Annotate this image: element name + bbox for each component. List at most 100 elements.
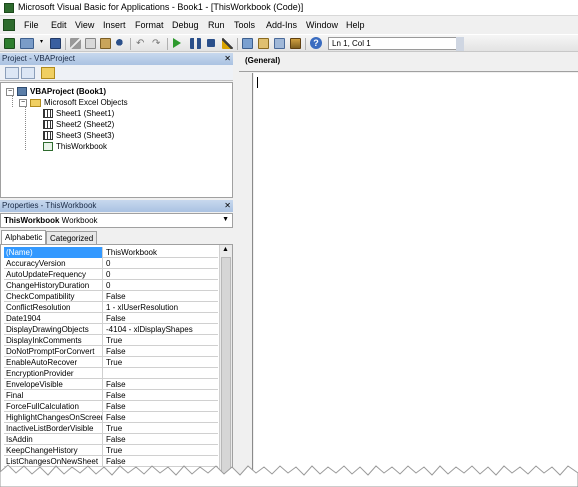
property-value[interactable]: 0 — [104, 280, 218, 291]
tree-root-vbaproject[interactable]: − VBAProject (Book1) — [6, 86, 106, 97]
property-value[interactable]: True — [104, 357, 218, 368]
excel-system-icon[interactable] — [3, 19, 15, 31]
paste-icon[interactable] — [100, 38, 111, 49]
property-value[interactable]: False — [104, 434, 218, 445]
cut-icon[interactable] — [70, 38, 81, 49]
property-value[interactable]: False — [104, 456, 218, 467]
property-value[interactable]: 0 — [104, 269, 218, 280]
property-row[interactable]: AccuracyVersion 0 — [4, 258, 218, 269]
project-explorer-icon[interactable] — [242, 38, 253, 49]
property-value[interactable]: True — [104, 423, 218, 434]
properties-pane-title-text: Properties - ThisWorkbook — [2, 201, 97, 210]
menu-view[interactable]: View — [75, 20, 94, 30]
property-value[interactable]: ThisWorkbook — [104, 247, 218, 258]
redo-icon[interactable]: ↷ — [152, 38, 163, 49]
menu-format[interactable]: Format — [135, 20, 164, 30]
menu-edit[interactable]: Edit — [51, 20, 67, 30]
chevron-down-icon[interactable]: ▼ — [222, 216, 229, 223]
toggle-folders-icon[interactable] — [41, 67, 55, 79]
property-value[interactable]: False — [104, 379, 218, 390]
code-editor[interactable] — [254, 73, 578, 487]
menu-window[interactable]: Window — [306, 20, 338, 30]
undo-icon[interactable]: ↶ — [136, 38, 147, 49]
view-code-icon[interactable] — [5, 67, 19, 79]
property-row[interactable]: CheckCompatibility False — [4, 291, 218, 302]
property-row[interactable]: EncryptionProvider — [4, 368, 218, 379]
object-combo[interactable]: (General) — [245, 56, 280, 65]
tab-alphabetic[interactable]: Alphabetic — [1, 230, 47, 244]
properties-scrollbar[interactable]: ▲ — [219, 245, 232, 486]
property-row[interactable]: ChangeHistoryDuration 0 — [4, 280, 218, 291]
menu-debug[interactable]: Debug — [172, 20, 199, 30]
break-icon[interactable] — [190, 38, 201, 49]
property-value[interactable]: True — [104, 445, 218, 456]
property-row[interactable]: IsAddin False — [4, 434, 218, 445]
property-value[interactable]: True — [104, 335, 218, 346]
close-icon[interactable]: ✕ — [224, 201, 231, 210]
property-row[interactable]: InactiveListBorderVisible True — [4, 423, 218, 434]
property-value[interactable]: False — [104, 313, 218, 324]
property-row[interactable]: Date1904 False — [4, 313, 218, 324]
run-icon[interactable] — [173, 38, 181, 48]
property-value[interactable]: False — [104, 346, 218, 357]
toolbar-options-icon[interactable] — [456, 37, 464, 51]
collapse-icon[interactable]: − — [6, 87, 14, 96]
design-mode-icon[interactable] — [222, 38, 233, 49]
help-icon[interactable]: ? — [310, 37, 322, 49]
collapse-icon[interactable]: − — [19, 98, 27, 107]
insert-dropdown-icon[interactable]: ▾ — [40, 38, 46, 49]
insert-icon[interactable] — [20, 38, 34, 49]
property-value[interactable]: 1 - xlUserResolution — [104, 302, 218, 313]
property-row[interactable]: AutoUpdateFrequency 0 — [4, 269, 218, 280]
menu-run[interactable]: Run — [208, 20, 225, 30]
menu-tools[interactable]: Tools — [234, 20, 255, 30]
menu-file[interactable]: File — [24, 20, 39, 30]
property-value[interactable]: False — [104, 412, 218, 423]
property-row[interactable]: ConflictResolution 1 - xlUserResolution — [4, 302, 218, 313]
find-icon[interactable] — [115, 38, 126, 49]
object-selector[interactable]: ThisWorkbook Workbook ▼ — [0, 213, 233, 228]
tree-folder-excel-objects[interactable]: − Microsoft Excel Objects — [19, 97, 128, 108]
close-icon[interactable]: ✕ — [224, 54, 231, 63]
property-value[interactable]: False — [104, 390, 218, 401]
property-row[interactable]: DisplayInkComments True — [4, 335, 218, 346]
property-row[interactable]: EnvelopeVisible False — [4, 379, 218, 390]
property-row[interactable]: Final False — [4, 390, 218, 401]
toolbox-icon[interactable] — [290, 38, 301, 49]
menu-insert[interactable]: Insert — [103, 20, 126, 30]
property-value[interactable]: False — [104, 291, 218, 302]
property-value[interactable]: 0 — [104, 258, 218, 269]
excel-icon[interactable] — [4, 38, 15, 49]
scrollbar-thumb[interactable] — [221, 257, 231, 482]
property-row[interactable]: (Name) ThisWorkbook — [4, 247, 218, 258]
reset-icon[interactable] — [207, 39, 215, 47]
tree-item-label: Sheet2 (Sheet2) — [56, 120, 115, 129]
tree-item-sheet2[interactable]: Sheet2 (Sheet2) — [43, 119, 114, 130]
property-row[interactable]: DoNotPromptForConvert False — [4, 346, 218, 357]
tree-item-sheet1[interactable]: Sheet1 (Sheet1) — [43, 108, 114, 119]
property-value[interactable]: -4104 - xlDisplayShapes — [104, 324, 218, 335]
view-object-icon[interactable] — [21, 67, 35, 79]
menu-add-ins[interactable]: Add-Ins — [266, 20, 297, 30]
property-row[interactable]: KeepChangeHistory True — [4, 445, 218, 456]
tab-categorized[interactable]: Categorized — [46, 231, 98, 244]
property-name: DoNotPromptForConvert — [4, 346, 103, 357]
properties-icon[interactable] — [258, 38, 269, 49]
tree-item-thisworkbook[interactable]: ThisWorkbook — [43, 141, 107, 152]
property-row[interactable]: ListChangesOnNewSheet False — [4, 456, 218, 467]
property-name: EnableAutoRecover — [4, 357, 103, 368]
property-row[interactable]: DisplayDrawingObjects -4104 - xlDisplaySh… — [4, 324, 218, 335]
property-row[interactable]: ForceFullCalculation False — [4, 401, 218, 412]
property-row[interactable]: EnableAutoRecover True — [4, 357, 218, 368]
menu-help[interactable]: Help — [346, 20, 365, 30]
copy-icon[interactable] — [85, 38, 96, 49]
code-margin-indicator-bar[interactable] — [239, 73, 253, 487]
save-icon[interactable] — [50, 38, 61, 49]
scroll-up-icon[interactable]: ▲ — [222, 246, 229, 253]
property-value[interactable] — [104, 368, 218, 379]
property-value[interactable]: False — [104, 401, 218, 412]
object-browser-icon[interactable] — [274, 38, 285, 49]
tree-item-sheet3[interactable]: Sheet3 (Sheet3) — [43, 130, 114, 141]
object-selector-type: Workbook — [61, 216, 98, 225]
property-row[interactable]: HighlightChangesOnScreen False — [4, 412, 218, 423]
